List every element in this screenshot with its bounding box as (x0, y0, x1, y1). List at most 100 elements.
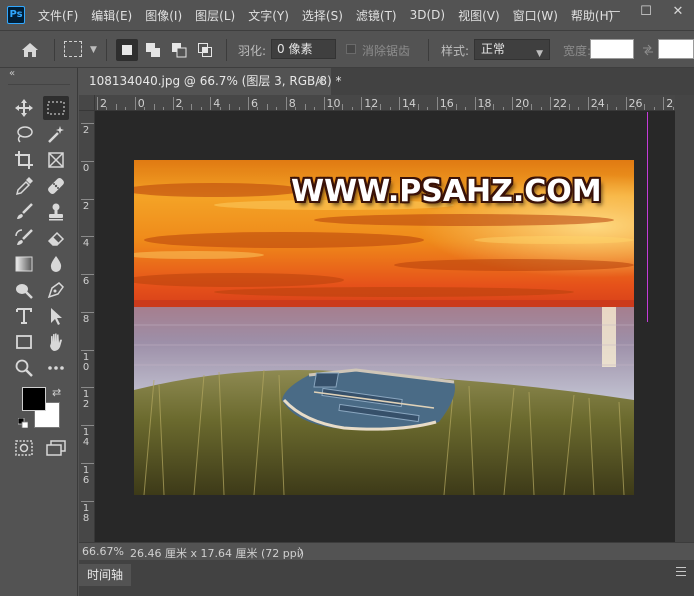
ruler-label: 2 (82, 200, 90, 212)
ruler-minor-tick (568, 104, 570, 110)
crop-tool[interactable] (11, 148, 37, 172)
sunset-lake-boat-image (134, 160, 634, 495)
panel-menu-icon[interactable] (676, 567, 686, 576)
intersect-selection-button[interactable] (194, 39, 216, 61)
zoom-tool[interactable] (11, 356, 37, 380)
rectangle-tool[interactable] (11, 330, 37, 354)
ruler-label: 2 (82, 125, 90, 136)
type-tool[interactable] (11, 304, 37, 328)
ruler-minor-tick (493, 104, 495, 110)
quick-mask-icon (15, 440, 33, 456)
width-input[interactable] (590, 39, 634, 59)
add-selection-button[interactable] (142, 39, 164, 61)
path-selection-tool[interactable] (43, 304, 69, 328)
add-selection-icon (146, 43, 160, 57)
menu-window[interactable]: 窗口(W) (513, 7, 558, 24)
eraser-icon (47, 231, 65, 246)
move-tool[interactable] (11, 96, 37, 120)
eraser-tool[interactable] (43, 226, 69, 250)
close-tab-icon[interactable]: × (316, 68, 325, 94)
home-icon[interactable] (20, 40, 40, 60)
menu-type[interactable]: 文字(Y) (248, 7, 289, 24)
default-colors-icon[interactable] (18, 418, 28, 428)
eyedropper-icon (15, 177, 33, 196)
close-button[interactable]: ✕ (662, 0, 694, 22)
history-brush-tool[interactable] (11, 226, 37, 250)
menu-select[interactable]: 选择(S) (302, 7, 343, 24)
style-select[interactable]: 正常 ▼ (474, 39, 550, 60)
menu-3d[interactable]: 3D(D) (410, 8, 445, 22)
vertical-scrollbar[interactable] (675, 95, 694, 542)
blur-tool[interactable] (43, 252, 69, 276)
screen-mode-icon (46, 440, 66, 456)
document-tab[interactable]: 108134040.jpg @ 66.7% (图层 3, RGB/8) * × (79, 68, 341, 95)
ruler-tick (323, 97, 325, 110)
brush-tool[interactable] (11, 200, 37, 224)
width-label: 宽度: (563, 44, 592, 58)
collapse-panel-icon[interactable]: « (9, 68, 15, 79)
tool-preset-marquee-icon[interactable] (64, 41, 82, 57)
ruler-tick (81, 387, 94, 389)
menu-filter[interactable]: 滤镜(T) (356, 7, 397, 24)
healing-brush-icon (48, 178, 64, 194)
options-bar: ▼ 羽化: 0 像素 消除锯齿 样式: 正常 ▼ 宽度: (0, 30, 694, 68)
photoshop-logo-icon[interactable]: Ps (7, 6, 25, 24)
lasso-tool[interactable] (11, 122, 37, 146)
frame-icon (48, 152, 64, 168)
zoom-icon (15, 359, 33, 377)
menu-image[interactable]: 图像(I) (145, 7, 182, 24)
subtract-selection-button[interactable] (168, 39, 190, 61)
magic-wand-tool[interactable] (43, 122, 69, 146)
maximize-button[interactable]: ☐ (630, 0, 662, 22)
healing-brush-tool[interactable] (43, 174, 69, 198)
gradient-tool[interactable] (11, 252, 37, 276)
timeline-panel: 时间轴 (79, 564, 694, 596)
chevron-down-icon[interactable]: ▼ (90, 45, 97, 55)
new-selection-button[interactable] (116, 39, 138, 61)
height-input[interactable] (658, 39, 694, 59)
ruler-tick (81, 274, 94, 275)
chevron-down-icon: ▼ (536, 49, 543, 59)
ruler-tick (663, 97, 665, 110)
document-image[interactable] (134, 160, 634, 495)
ruler-label: 0 (82, 162, 90, 174)
hand-tool[interactable] (43, 330, 69, 354)
dodge-tool[interactable] (11, 278, 37, 302)
menu-view[interactable]: 视图(V) (458, 7, 500, 24)
foreground-color-swatch[interactable] (22, 387, 46, 411)
swap-width-height-icon[interactable] (642, 44, 654, 56)
eyedropper-tool[interactable] (11, 174, 37, 198)
antialias-label: 消除锯齿 (362, 44, 411, 58)
menu-edit[interactable]: 编辑(E) (91, 7, 132, 24)
ruler-origin[interactable] (79, 95, 95, 111)
menu-file[interactable]: 文件(F) (38, 7, 78, 24)
panel-grip (8, 84, 70, 90)
rectangle-shape-icon (16, 335, 32, 349)
pen-tool[interactable] (43, 278, 69, 302)
frame-tool[interactable] (43, 148, 69, 172)
zoom-level[interactable]: 66.67% (82, 545, 124, 558)
vertical-ruler[interactable]: 2 0 2 4 6 8 10 12 14 16 18 (79, 111, 95, 542)
antialias-checkbox[interactable] (346, 44, 356, 54)
ruler-label: 6 (82, 276, 90, 287)
more-tools-button[interactable] (43, 356, 69, 380)
rect-marquee-tool[interactable] (43, 96, 69, 120)
feather-input[interactable]: 0 像素 (271, 39, 336, 59)
clone-stamp-tool[interactable] (43, 200, 69, 224)
screen-mode-button[interactable] (43, 436, 69, 460)
horizontal-ruler[interactable]: 2 0 2 4 6 8 10 12 14 16 18 20 22 24 26 2 (95, 95, 675, 111)
tab-timeline[interactable]: 时间轴 (79, 564, 131, 586)
ruler-tick (436, 97, 438, 110)
ruler-minor-tick (115, 104, 117, 110)
menu-layer[interactable]: 图层(L) (195, 7, 235, 24)
minimize-button[interactable]: — (598, 0, 630, 22)
vertical-guide-line[interactable] (647, 112, 648, 322)
more-tools-icon (48, 366, 64, 370)
status-menu-arrow-icon[interactable]: 〉 (298, 544, 309, 560)
ruler-tick (81, 349, 94, 351)
status-bar: 66.67% 26.46 厘米 x 17.64 厘米 (72 ppi) 〉 (79, 542, 694, 560)
path-select-icon (51, 308, 62, 325)
lasso-icon (17, 126, 33, 143)
swap-colors-icon[interactable]: ⇄ (52, 386, 61, 399)
quick-mask-button[interactable] (11, 436, 37, 460)
